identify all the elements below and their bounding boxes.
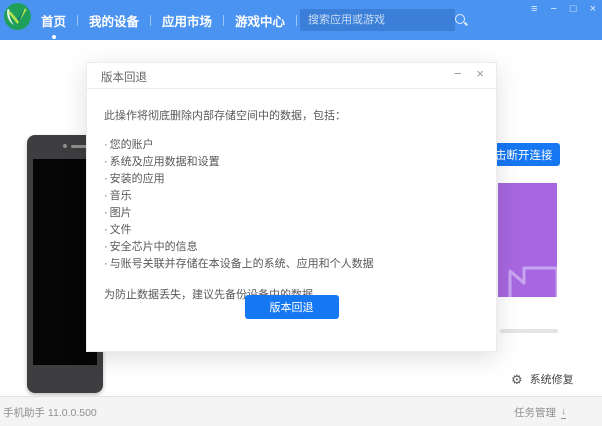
dialog-list-item: 安全芯片中的信息 [104, 239, 476, 256]
close-icon[interactable]: × [590, 2, 596, 16]
top-navbar: 首页 我的设备 应用市场 游戏中心 更多服务 ≡ − □ × [0, 0, 602, 40]
version-rollback-dialog: 版本回退 − × 此操作将彻底删除内部存储空间中的数据，包括： 您的账户 系统及… [86, 62, 497, 352]
dialog-body: 此操作将彻底删除内部存储空间中的数据，包括： 您的账户 系统及应用数据和设置 安… [104, 107, 476, 302]
dialog-minimize-icon[interactable]: − [454, 66, 462, 82]
active-indicator-dot [52, 35, 56, 39]
system-repair-button[interactable]: ⚙ 系统修复 [511, 371, 574, 387]
progress-track [500, 329, 558, 333]
dialog-header: 版本回退 − × [87, 63, 496, 89]
dialog-intro-text: 此操作将彻底删除内部存储空间中的数据，包括： [104, 107, 476, 123]
dialog-list-item: 音乐 [104, 188, 476, 205]
nav-label: 我的设备 [89, 15, 139, 29]
version-rollback-confirm-button[interactable]: 版本回退 [245, 295, 339, 319]
dialog-list-item: 图片 [104, 205, 476, 222]
dialog-title: 版本回退 [101, 69, 147, 85]
dialog-button-row: 版本回退 [87, 295, 496, 319]
task-manager-label: 任务管理 [514, 405, 556, 420]
nav-item-app-market[interactable]: 应用市场 [151, 11, 223, 30]
nav-item-game-center[interactable]: 游戏中心 [224, 11, 296, 30]
nav-label: 首页 [41, 15, 66, 29]
dialog-list-item: 与账号关联并存储在本设备上的系统、应用和个人数据 [104, 256, 476, 273]
app-window: 首页 我的设备 应用市场 游戏中心 更多服务 ≡ − □ × [0, 0, 602, 426]
dialog-list-item: 您的账户 [104, 137, 476, 154]
dialog-list-item: 系统及应用数据和设置 [104, 154, 476, 171]
device-illustration-card [498, 183, 557, 297]
dialog-close-icon[interactable]: × [476, 66, 484, 82]
nav-item-home[interactable]: 首页 [30, 11, 77, 30]
minimize-icon[interactable]: − [550, 2, 556, 16]
menu-icon[interactable]: ≡ [531, 2, 537, 16]
system-repair-label: 系统修复 [530, 371, 574, 387]
dialog-controls: − × [454, 66, 484, 82]
gear-icon: ⚙ [511, 373, 523, 386]
task-manager-button[interactable]: 任务管理 ↓ [514, 405, 566, 420]
flag-outline-icon [498, 183, 557, 297]
window-controls: ≡ − □ × [531, 2, 596, 16]
nav-item-my-devices[interactable]: 我的设备 [78, 11, 150, 30]
maximize-icon[interactable]: □ [570, 2, 577, 16]
phone-camera-dot [63, 144, 67, 148]
status-bar: 手机助手 11.0.0.500 任务管理 ↓ [0, 396, 602, 426]
nav-label: 应用市场 [162, 15, 212, 29]
dialog-list-item: 文件 [104, 222, 476, 239]
search-input[interactable] [300, 14, 454, 26]
nav-label: 游戏中心 [235, 15, 285, 29]
app-logo-icon [4, 3, 31, 30]
search-box [300, 9, 455, 31]
dialog-list-item: 安装的应用 [104, 171, 476, 188]
app-version-text: 手机助手 11.0.0.500 [3, 405, 97, 420]
download-icon: ↓ [561, 407, 566, 419]
